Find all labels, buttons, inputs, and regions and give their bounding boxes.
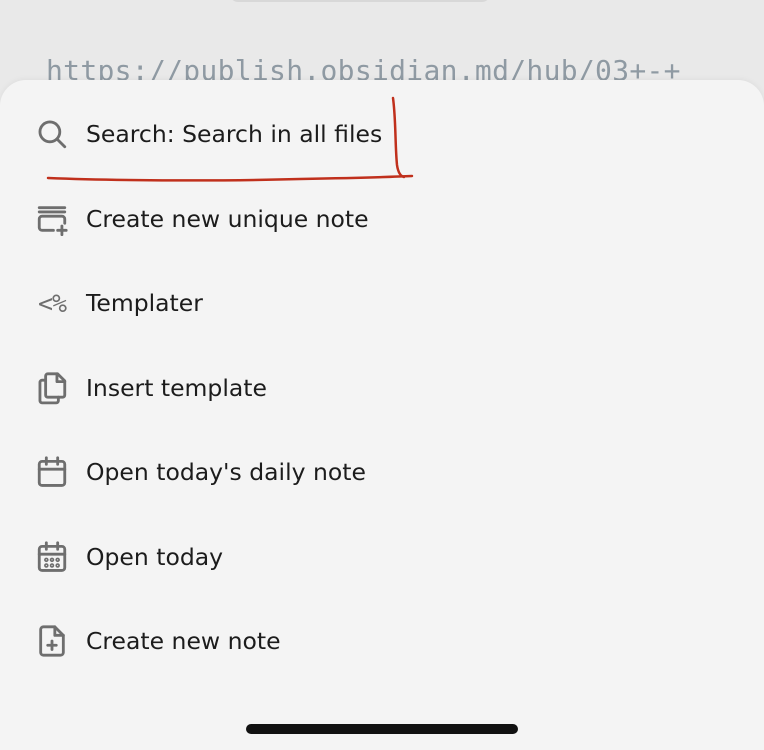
menu-item-open-today[interactable]: Open today: [0, 515, 764, 600]
file-plus-icon: [32, 621, 72, 661]
templater-icon: <%: [32, 283, 72, 323]
search-icon: [32, 114, 72, 154]
calendar-days-icon: [32, 537, 72, 577]
menu-item-search-all-files[interactable]: Search: Search in all files: [0, 92, 764, 177]
menu-item-label: Templater: [86, 289, 203, 318]
files-icon: [32, 368, 72, 408]
menu-item-create-new-note[interactable]: Create new note: [0, 599, 764, 684]
background-fragment: [230, 0, 490, 2]
menu-item-label: Open today's daily note: [86, 458, 366, 487]
menu-item-label: Open today: [86, 542, 224, 571]
menu-item-label: Create new note: [86, 627, 281, 656]
menu-item-open-todays-daily-note[interactable]: Open today's daily note: [0, 430, 764, 515]
menu-item-label: Create new unique note: [86, 204, 369, 233]
menu-item-templater[interactable]: <% Templater: [0, 261, 764, 346]
screen: https://publish.obsidian.md/hub/03+-+ Se…: [0, 0, 764, 750]
menu-item-label: Insert template: [86, 373, 267, 402]
calendar-icon: [32, 452, 72, 492]
command-menu-sheet: Search: Search in all files Create new u…: [0, 80, 764, 750]
menu-item-label: Search: Search in all files: [86, 120, 383, 149]
templater-glyph: <%: [37, 288, 67, 318]
command-menu: Search: Search in all files Create new u…: [0, 92, 764, 684]
menu-item-insert-template[interactable]: Insert template: [0, 346, 764, 431]
home-indicator[interactable]: [246, 724, 518, 734]
menu-item-create-unique-note[interactable]: Create new unique note: [0, 177, 764, 262]
unique-note-icon: [32, 199, 72, 239]
